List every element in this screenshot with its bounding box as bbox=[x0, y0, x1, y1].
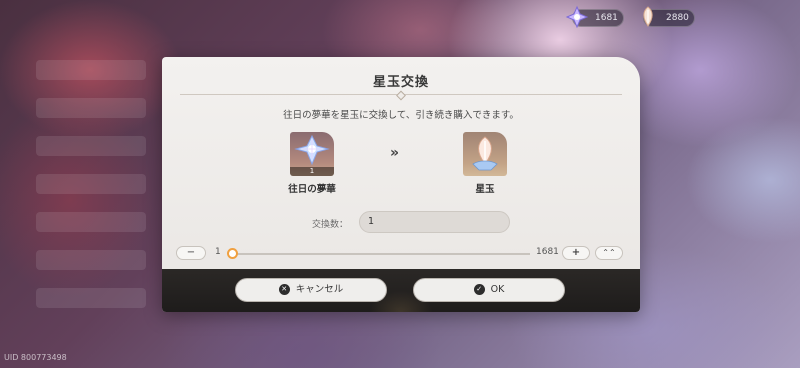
cancel-button[interactable]: ✕ キャンセル bbox=[235, 278, 387, 302]
source-item: 1 往日の夢華 bbox=[277, 132, 347, 195]
target-item-card bbox=[463, 132, 507, 176]
uid-label: UID 800773498 bbox=[4, 353, 67, 362]
slider-min-value: 1 bbox=[215, 247, 221, 257]
background-list-item bbox=[36, 136, 146, 156]
increase-button[interactable]: + bbox=[562, 246, 590, 260]
background-list-item bbox=[36, 174, 146, 194]
dialog-footer: ✕ キャンセル ✓ OK bbox=[162, 269, 640, 312]
quantity-label: 交換数： bbox=[312, 220, 349, 230]
dream-flower-currency[interactable]: 1681 bbox=[565, 5, 624, 29]
background-list-item bbox=[36, 250, 146, 270]
slider-max-value: 1681 bbox=[536, 247, 559, 257]
stellar-jade-count: 2880 bbox=[666, 13, 689, 23]
check-icon: ✓ bbox=[473, 283, 485, 295]
dialog-title: 星玉交換 bbox=[372, 75, 429, 90]
quantity-slider-thumb[interactable] bbox=[226, 248, 238, 259]
title-divider bbox=[180, 94, 622, 95]
ok-button-label: OK bbox=[490, 284, 505, 295]
source-item-card: 1 bbox=[290, 132, 334, 176]
ok-button[interactable]: ✓ OK bbox=[413, 278, 565, 302]
dream-flower-count: 1681 bbox=[595, 13, 618, 23]
background-list-item bbox=[36, 60, 146, 80]
max-quantity-button[interactable]: ⌃⌃ bbox=[595, 246, 623, 260]
decrease-button[interactable]: − bbox=[176, 246, 206, 260]
quantity-slider-track[interactable] bbox=[232, 253, 530, 255]
exchange-dialog: 星玉交換 往日の夢華を星玉に交換して、引き続き購入できます。 1 往日の夢華 »… bbox=[162, 57, 640, 312]
background-list-item bbox=[36, 212, 146, 232]
cancel-button-label: キャンセル bbox=[295, 284, 344, 295]
dialog-description: 往日の夢華を星玉に交換して、引き続き購入できます。 bbox=[283, 110, 519, 121]
dream-flower-icon bbox=[565, 5, 589, 29]
quantity-input[interactable]: 1 bbox=[359, 211, 510, 233]
target-item-name: 星玉 bbox=[475, 184, 495, 195]
stellar-jade-icon bbox=[643, 6, 653, 27]
background-list-item bbox=[36, 288, 146, 308]
close-icon: ✕ bbox=[278, 283, 290, 295]
double-chevron-right-icon: » bbox=[390, 145, 399, 161]
source-item-name: 往日の夢華 bbox=[288, 184, 336, 195]
stellar-jade-currency[interactable]: 2880 bbox=[643, 6, 695, 27]
source-item-count: 1 bbox=[290, 167, 334, 176]
stellar-jade-icon bbox=[472, 136, 498, 171]
dream-flower-icon bbox=[294, 134, 330, 166]
background-list-item bbox=[36, 98, 146, 118]
target-item: 星玉 bbox=[450, 132, 520, 195]
